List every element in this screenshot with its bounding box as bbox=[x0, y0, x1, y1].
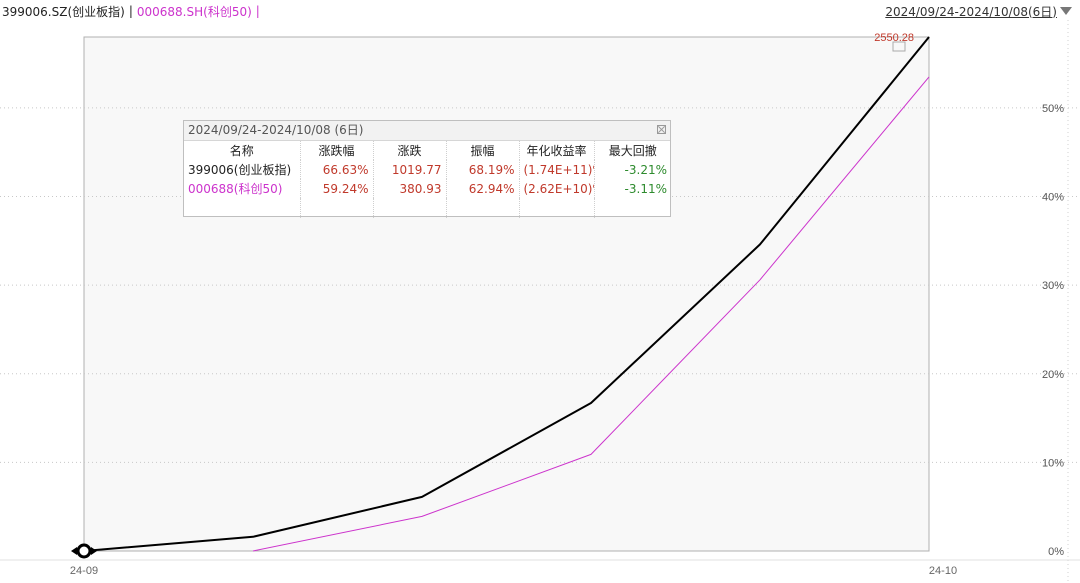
x-tick-label: 24-10 bbox=[929, 565, 957, 577]
row-max-drawdown: -3.11% bbox=[624, 181, 667, 196]
row-change-pct: 59.24% bbox=[300, 179, 374, 198]
table-row[interactable]: 399006(创业板指) 66.63% 1019.77 68.19% (1.74… bbox=[184, 160, 671, 179]
row-name: 000688(科创50) bbox=[184, 179, 301, 198]
series1-label[interactable]: 399006.SZ(创业板指) bbox=[2, 3, 125, 20]
empty-cell bbox=[300, 198, 374, 218]
empty-cell bbox=[519, 198, 595, 218]
row-amplitude: 62.94% bbox=[446, 179, 520, 198]
empty-cell bbox=[446, 198, 520, 218]
row-name: 399006(创业板指) bbox=[184, 160, 301, 179]
stats-table: 名称 涨跌幅 涨跌 振幅 年化收益率 最大回撤 399006(创业板指) 66.… bbox=[184, 141, 671, 218]
y-tick-label: 50% bbox=[1042, 103, 1064, 115]
col-header-amplitude: 振幅 bbox=[446, 141, 520, 160]
date-range-selector[interactable]: 2024/09/24-2024/10/08(6日) bbox=[885, 2, 1072, 20]
row-amplitude: 68.19% bbox=[446, 160, 520, 179]
series2-label[interactable]: 000688.SH(科创50) bbox=[137, 3, 252, 20]
row-change-pct: 66.63% bbox=[300, 160, 374, 179]
row-annualized: (1.74E+11)% bbox=[519, 160, 595, 179]
stats-title-bar: 2024/09/24-2024/10/08 (6日) bbox=[184, 121, 670, 141]
col-header-name: 名称 bbox=[184, 141, 301, 160]
comparison-chart[interactable]: 0%10%20%30%40%50% 24-09 24-10 2550.28 bbox=[0, 0, 1080, 583]
y-tick-label: 40% bbox=[1042, 192, 1064, 204]
date-range-label[interactable]: 2024/09/24-2024/10/08(6日) bbox=[885, 3, 1057, 20]
row-annualized: (2.62E+10)% bbox=[519, 179, 595, 198]
row-max-drawdown: -3.21% bbox=[624, 162, 667, 177]
x-tick-label: 24-09 bbox=[70, 565, 98, 577]
col-header-change: 涨跌 bbox=[373, 141, 447, 160]
empty-cell bbox=[373, 198, 447, 218]
col-header-max-drawdown: 最大回撤 bbox=[608, 144, 657, 158]
stats-header-row: 名称 涨跌幅 涨跌 振幅 年化收益率 最大回撤 bbox=[184, 141, 671, 160]
y-tick-label: 20% bbox=[1042, 369, 1064, 381]
empty-row bbox=[184, 198, 671, 218]
col-header-annualized: 年化收益率 bbox=[519, 141, 595, 160]
plot-area bbox=[83, 36, 930, 552]
empty-cell bbox=[184, 198, 301, 218]
row-change: 1019.77 bbox=[373, 160, 447, 179]
y-tick-label: 10% bbox=[1042, 457, 1064, 469]
table-row[interactable]: 000688(科创50) 59.24% 380.93 62.94% (2.62E… bbox=[184, 179, 671, 198]
series-header: 399006.SZ(创业板指) | 000688.SH(科创50) | bbox=[2, 2, 264, 20]
empty-cell bbox=[594, 198, 671, 218]
triangle-down-icon[interactable] bbox=[1060, 7, 1072, 15]
series-trailing-separator: | bbox=[255, 4, 260, 18]
close-icon[interactable] bbox=[657, 125, 666, 134]
col-header-change-pct: 涨跌幅 bbox=[300, 141, 374, 160]
y-tick-label: 30% bbox=[1042, 280, 1064, 292]
series-separator: | bbox=[128, 4, 133, 18]
stats-title: 2024/09/24-2024/10/08 (6日) bbox=[188, 123, 364, 137]
y-tick-label: 0% bbox=[1048, 546, 1064, 558]
row-change: 380.93 bbox=[373, 179, 447, 198]
interval-stats-panel: 2024/09/24-2024/10/08 (6日) 名称 涨跌幅 涨跌 振幅 … bbox=[183, 120, 671, 218]
